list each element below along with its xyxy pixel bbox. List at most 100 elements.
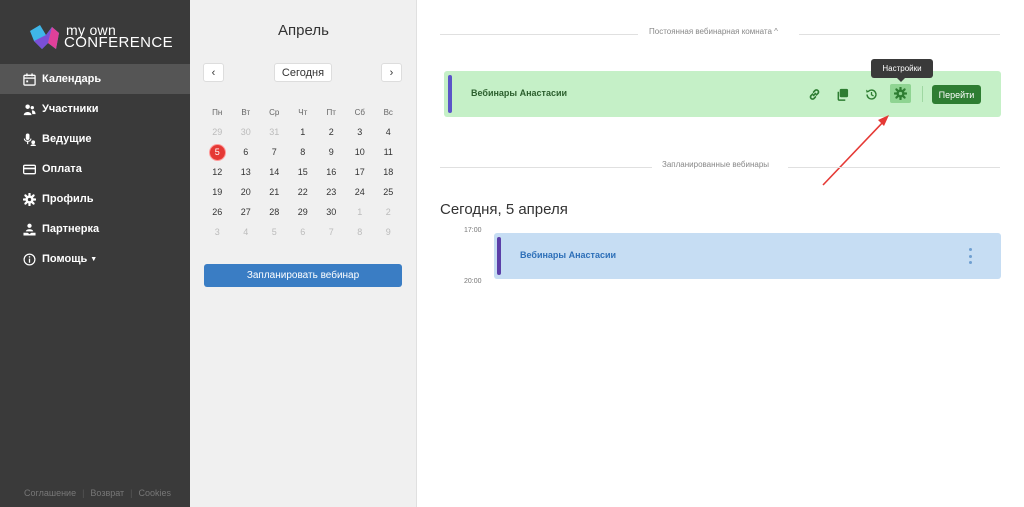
calendar-day[interactable]: 18 <box>374 162 403 182</box>
sidebar-item-calendar[interactable]: Календарь <box>0 64 190 94</box>
calendar-day[interactable]: 14 <box>260 162 289 182</box>
history-icon <box>865 88 877 100</box>
calendar-day[interactable]: 30 <box>232 122 261 142</box>
calendar-day[interactable]: 7 <box>260 142 289 162</box>
calendar-day[interactable]: 1 <box>289 122 318 142</box>
permanent-room-section-label: Постоянная вебинарная комната ^ <box>649 27 778 36</box>
duplicate-button[interactable] <box>833 85 851 103</box>
calendar-day[interactable]: 4 <box>232 222 261 242</box>
footer-link-agreement[interactable]: Соглашение <box>24 488 76 498</box>
calendar-day-number: 26 <box>212 207 223 217</box>
calendar-day[interactable]: 8 <box>289 142 318 162</box>
divider-line <box>799 34 1000 35</box>
calendar-day[interactable]: 23 <box>317 182 346 202</box>
sidebar-item-participants[interactable]: Участники <box>0 94 190 124</box>
calendar-day[interactable]: 8 <box>346 222 375 242</box>
calendar-day[interactable]: 2 <box>374 202 403 222</box>
calendar-day-number: 29 <box>297 207 308 217</box>
history-button[interactable] <box>862 85 880 103</box>
calendar-day-number: 4 <box>385 127 391 137</box>
footer-link-refund[interactable]: Возврат <box>90 488 124 498</box>
logo-mark-icon <box>30 25 59 49</box>
calendar-day-number: 3 <box>214 227 220 237</box>
calendar-day[interactable]: 17 <box>346 162 375 182</box>
calendar-day[interactable]: 21 <box>260 182 289 202</box>
calendar-day[interactable]: 31 <box>260 122 289 142</box>
sidebar-nav: Календарь Участники Ведущие Оплата Профи… <box>0 64 190 274</box>
footer-link-cookies[interactable]: Cookies <box>139 488 172 498</box>
calendar-month-title: Апрель <box>278 22 329 39</box>
partner-icon <box>22 222 36 236</box>
settings-button[interactable] <box>890 84 911 103</box>
calendar-day[interactable]: 24 <box>346 182 375 202</box>
calendar-icon <box>22 72 36 86</box>
calendar-day-number: 6 <box>243 147 249 157</box>
calendar-day-number: 3 <box>357 127 363 137</box>
sidebar-item-presenters[interactable]: Ведущие <box>0 124 190 154</box>
calendar-day[interactable]: 19 <box>203 182 232 202</box>
gear-icon <box>22 192 36 206</box>
calendar-day-number: 30 <box>240 127 251 137</box>
logo[interactable]: my own CONFERENCE <box>26 21 173 53</box>
go-to-room-button[interactable]: Перейти <box>932 85 981 104</box>
calendar-day[interactable]: 3 <box>203 222 232 242</box>
footer-links: Соглашение | Возврат | Cookies <box>24 488 171 498</box>
card-icon <box>22 162 36 176</box>
scheduled-webinar-card[interactable]: Вебинары Анастасии <box>494 233 1001 279</box>
calendar-day-number: 5 <box>271 227 277 237</box>
calendar-day-number: 14 <box>269 167 280 177</box>
weekday-header: Пт <box>326 108 336 117</box>
calendar-day[interactable]: 15 <box>289 162 318 182</box>
calendar-day-number: 2 <box>385 207 391 217</box>
calendar-day[interactable]: 7 <box>317 222 346 242</box>
copy-link-button[interactable] <box>805 85 823 103</box>
calendar-day[interactable]: 28 <box>260 202 289 222</box>
calendar-day[interactable]: 30 <box>317 202 346 222</box>
divider-line <box>440 34 638 35</box>
calendar-day[interactable]: 10 <box>346 142 375 162</box>
link-icon <box>809 88 819 100</box>
more-options-icon[interactable] <box>966 248 974 264</box>
calendar-day[interactable]: 1 <box>346 202 375 222</box>
calendar-day-number: 27 <box>240 207 251 217</box>
settings-tooltip: Настройки <box>871 59 933 82</box>
calendar-day[interactable]: 6 <box>232 142 261 162</box>
calendar-day[interactable]: 9 <box>374 222 403 242</box>
calendar-day-number: 25 <box>383 187 394 197</box>
calendar-day-number: 7 <box>328 227 334 237</box>
calendar-day[interactable]: 20 <box>232 182 261 202</box>
presenters-icon <box>22 132 36 146</box>
sidebar-item-partner[interactable]: Партнерка <box>0 214 190 244</box>
sidebar: my own CONFERENCE Календарь Участники Ве… <box>0 0 190 507</box>
calendar-day[interactable]: 27 <box>232 202 261 222</box>
sidebar-item-label: Календарь <box>42 73 102 85</box>
calendar-day[interactable]: 29 <box>203 122 232 142</box>
calendar-day[interactable]: 4 <box>374 122 403 142</box>
calendar-day[interactable]: 2 <box>317 122 346 142</box>
calendar-day-number: 24 <box>354 187 365 197</box>
sidebar-item-label: Участники <box>42 103 99 115</box>
calendar-today-button[interactable]: Сегодня <box>274 63 332 82</box>
calendar-day[interactable]: 12 <box>203 162 232 182</box>
calendar-day[interactable]: 13 <box>232 162 261 182</box>
calendar-day[interactable]: 3 <box>346 122 375 142</box>
calendar-prev-button[interactable]: ‹ <box>203 63 224 82</box>
calendar-day[interactable]: 9 <box>317 142 346 162</box>
calendar-day[interactable]: 25 <box>374 182 403 202</box>
gear-icon <box>894 87 907 100</box>
permanent-room-section-header[interactable]: Постоянная вебинарная комната ^ <box>440 27 1000 41</box>
calendar-day[interactable]: 22 <box>289 182 318 202</box>
calendar-day-number: 6 <box>300 227 306 237</box>
calendar-day[interactable]: 26 <box>203 202 232 222</box>
calendar-day[interactable]: 11 <box>374 142 403 162</box>
calendar-day[interactable]: 6 <box>289 222 318 242</box>
calendar-day-today[interactable]: 5 <box>203 142 232 162</box>
sidebar-item-help[interactable]: Помощь ▼ <box>0 244 190 274</box>
sidebar-item-profile[interactable]: Профиль <box>0 184 190 214</box>
calendar-day[interactable]: 16 <box>317 162 346 182</box>
sidebar-item-payment[interactable]: Оплата <box>0 154 190 184</box>
calendar-next-button[interactable]: › <box>381 63 402 82</box>
schedule-webinar-button[interactable]: Запланировать вебинар <box>204 264 402 287</box>
calendar-day[interactable]: 29 <box>289 202 318 222</box>
calendar-day[interactable]: 5 <box>260 222 289 242</box>
